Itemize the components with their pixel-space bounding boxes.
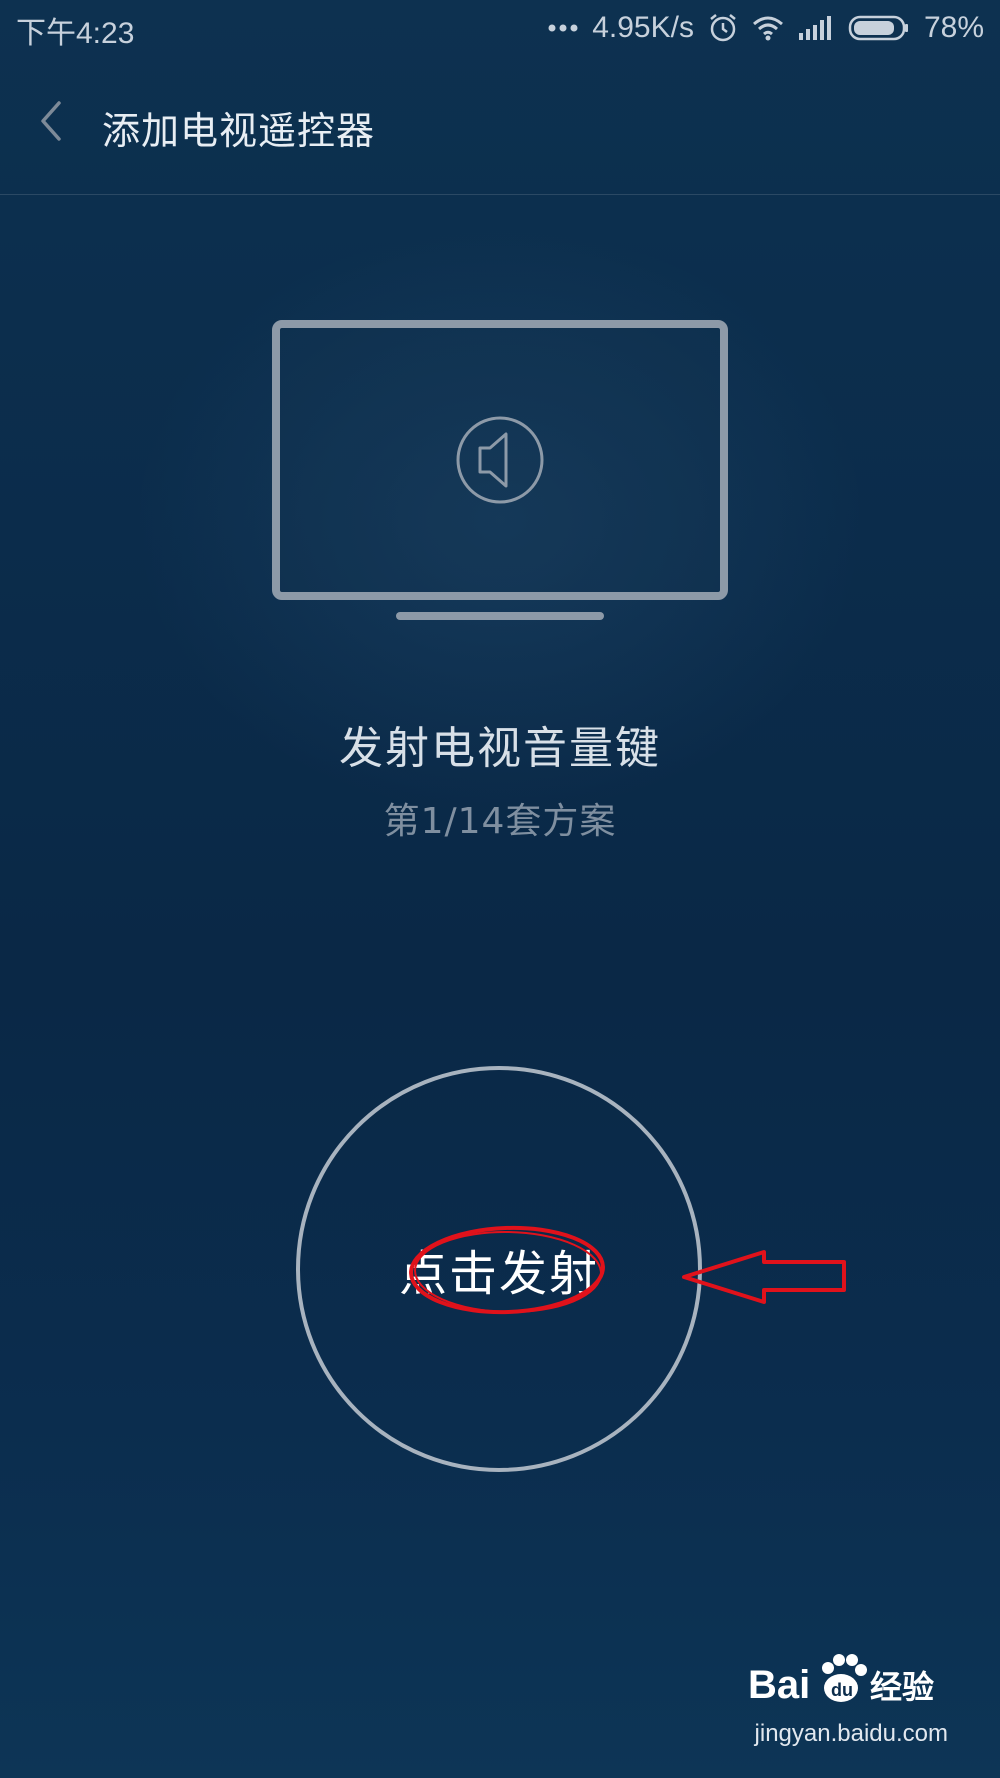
baidu-watermark: Bai du 经验 jingyan.baidu.com <box>748 1638 948 1748</box>
status-time: 下午4:23 <box>16 17 135 50</box>
action-text: 发射电视音量键 <box>339 723 661 774</box>
battery-icon <box>848 15 910 41</box>
alarm-icon <box>708 13 738 43</box>
battery-level: 78% <box>923 11 984 44</box>
status-bar: 下午4:23 4.95K/s 78% <box>0 0 1000 56</box>
signal-icon <box>798 15 834 41</box>
page-title: 添加电视遥控器 <box>102 109 376 153</box>
baidu-jingyan-logo: Bai du 经验 <box>748 1654 934 1707</box>
background-glow <box>0 0 1000 1778</box>
chevron-left-icon <box>41 101 61 141</box>
svg-text:经验: 经验 <box>870 1668 934 1706</box>
back-button[interactable] <box>22 86 78 156</box>
watermark-url: jingyan.baidu.com <box>754 1720 948 1747</box>
svg-text:du: du <box>831 1680 853 1700</box>
arrow-left-annotation <box>682 1250 846 1304</box>
svg-text:Bai: Bai <box>748 1663 810 1707</box>
more-dots-icon <box>548 23 578 33</box>
title-bar: 添加电视遥控器 <box>0 56 1000 195</box>
status-indicators: 4.95K/s 78% <box>548 6 984 50</box>
wifi-icon <box>752 15 784 41</box>
network-speed: 4.95K/s <box>592 11 694 44</box>
fire-button[interactable]: 点击发射 <box>296 1066 702 1472</box>
tv-volume-icon <box>272 320 728 620</box>
plan-counter-text: 第1/14套方案 <box>383 801 617 842</box>
fire-button-label: 点击发射 <box>398 1246 599 1302</box>
